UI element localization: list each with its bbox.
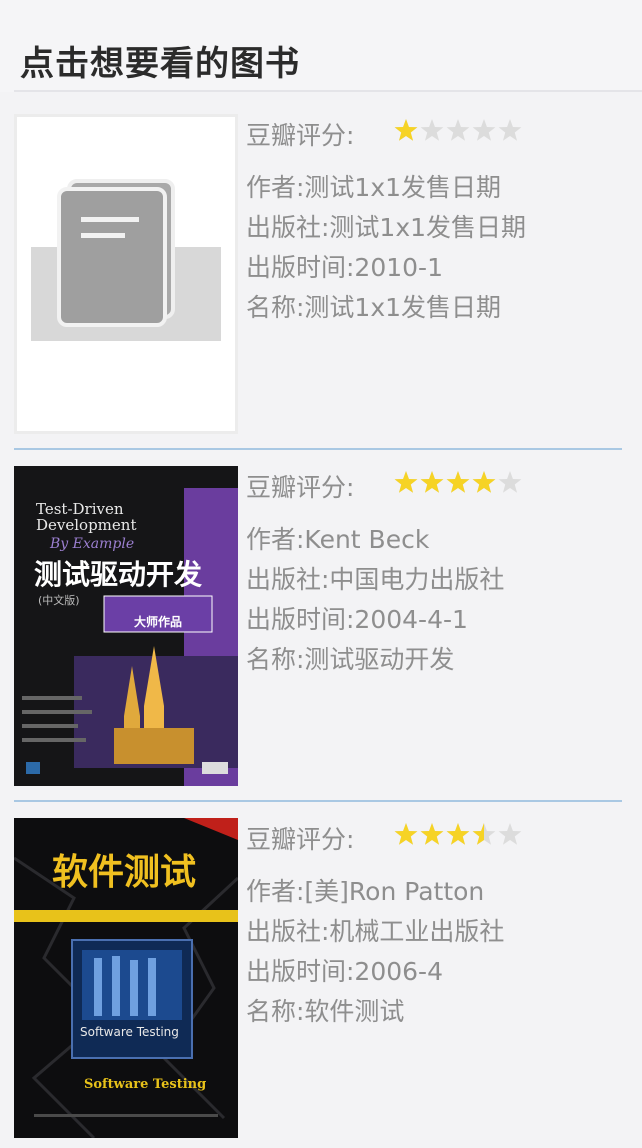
- book-name: 名称:软件测试: [246, 997, 405, 1026]
- rating-label: 豆瓣评分:: [246, 825, 355, 854]
- cover-title-en-2: Development: [36, 516, 136, 534]
- header-divider: [14, 90, 642, 92]
- star-icon: [472, 119, 496, 141]
- rating-row: 豆瓣评分:: [246, 820, 622, 856]
- book-author: 作者:Kent Beck: [246, 525, 430, 554]
- book-info: 豆瓣评分: 作者:测试1x1发售日期 出版社:测试1x1发售日期 出版时间:20…: [246, 114, 622, 328]
- star-rating: [394, 823, 522, 845]
- rating-label: 豆瓣评分:: [246, 473, 355, 502]
- list-divider: [14, 448, 622, 450]
- book-publisher: 出版社:机械工业出版社: [246, 917, 505, 946]
- book-publisher: 出版社:测试1x1发售日期: [246, 213, 527, 242]
- book-item[interactable]: Test-Driven Development By Example 测试驱动开…: [14, 466, 622, 796]
- book-cover[interactable]: 软件测试 Software Testing Software Testing: [14, 818, 238, 1138]
- star-filled-icon: [394, 471, 418, 493]
- book-author: 作者:[美]Ron Patton: [246, 877, 485, 906]
- page-header: 点击想要看的图书: [0, 0, 642, 92]
- cover-title-cn: 测试驱动开发: [34, 558, 202, 591]
- star-rating: [394, 119, 522, 141]
- book-pub-date: 出版时间:2006-4: [246, 957, 443, 986]
- star-icon: [498, 823, 522, 845]
- book-info: 豆瓣评分: 作者:Kent Beck 出版社:中国电力出版社 出版时间:2004…: [246, 466, 622, 680]
- star-filled-icon: [420, 823, 444, 845]
- star-filled-icon: [472, 471, 496, 493]
- star-icon: [498, 471, 522, 493]
- star-filled-icon: [446, 823, 470, 845]
- book-cover-art: 软件测试 Software Testing Software Testing: [14, 818, 238, 1138]
- rating-row: 豆瓣评分:: [246, 468, 622, 504]
- book-info: 豆瓣评分: 作者:[美]Ron Patton 出版社:机械工业出版社 出版时间:…: [246, 818, 622, 1032]
- list-divider: [14, 800, 622, 802]
- book-pub-date: 出版时间:2010-1: [246, 253, 443, 282]
- book-pub-date: 出版时间:2004-4-1: [246, 605, 468, 634]
- book-cover[interactable]: Test-Driven Development By Example 测试驱动开…: [14, 466, 238, 786]
- page-title: 点击想要看的图书: [20, 44, 300, 84]
- book-name: 名称:测试驱动开发: [246, 645, 455, 674]
- cover-title-en: Software Testing: [80, 1025, 179, 1039]
- rating-row: 豆瓣评分:: [246, 116, 622, 152]
- book-cover-placeholder[interactable]: [14, 114, 238, 434]
- book-publisher: 出版社:中国电力出版社: [246, 565, 505, 594]
- star-icon: [420, 119, 444, 141]
- placeholder-book-icon: [31, 179, 221, 341]
- rating-label: 豆瓣评分:: [246, 121, 355, 150]
- cover-series: 大师作品: [134, 614, 182, 629]
- cover-title-en-bottom: Software Testing: [84, 1077, 206, 1092]
- star-filled-icon: [420, 471, 444, 493]
- star-filled-icon: [394, 119, 418, 141]
- cover-edition: (中文版): [38, 593, 80, 607]
- cover-title-en-3: By Example: [49, 536, 134, 552]
- star-icon: [446, 119, 470, 141]
- star-icon: [498, 119, 522, 141]
- star-rating: [394, 471, 522, 493]
- book-name: 名称:测试1x1发售日期: [246, 293, 502, 322]
- cover-title-cn: 软件测试: [52, 851, 196, 893]
- book-item[interactable]: 软件测试 Software Testing Software Testing 豆…: [14, 818, 622, 1148]
- book-item[interactable]: 豆瓣评分: 作者:测试1x1发售日期 出版社:测试1x1发售日期 出版时间:20…: [14, 114, 622, 444]
- star-filled-icon: [446, 471, 470, 493]
- star-filled-icon: [394, 823, 418, 845]
- book-author: 作者:测试1x1发售日期: [246, 173, 502, 202]
- book-cover-art: Test-Driven Development By Example 测试驱动开…: [14, 466, 238, 786]
